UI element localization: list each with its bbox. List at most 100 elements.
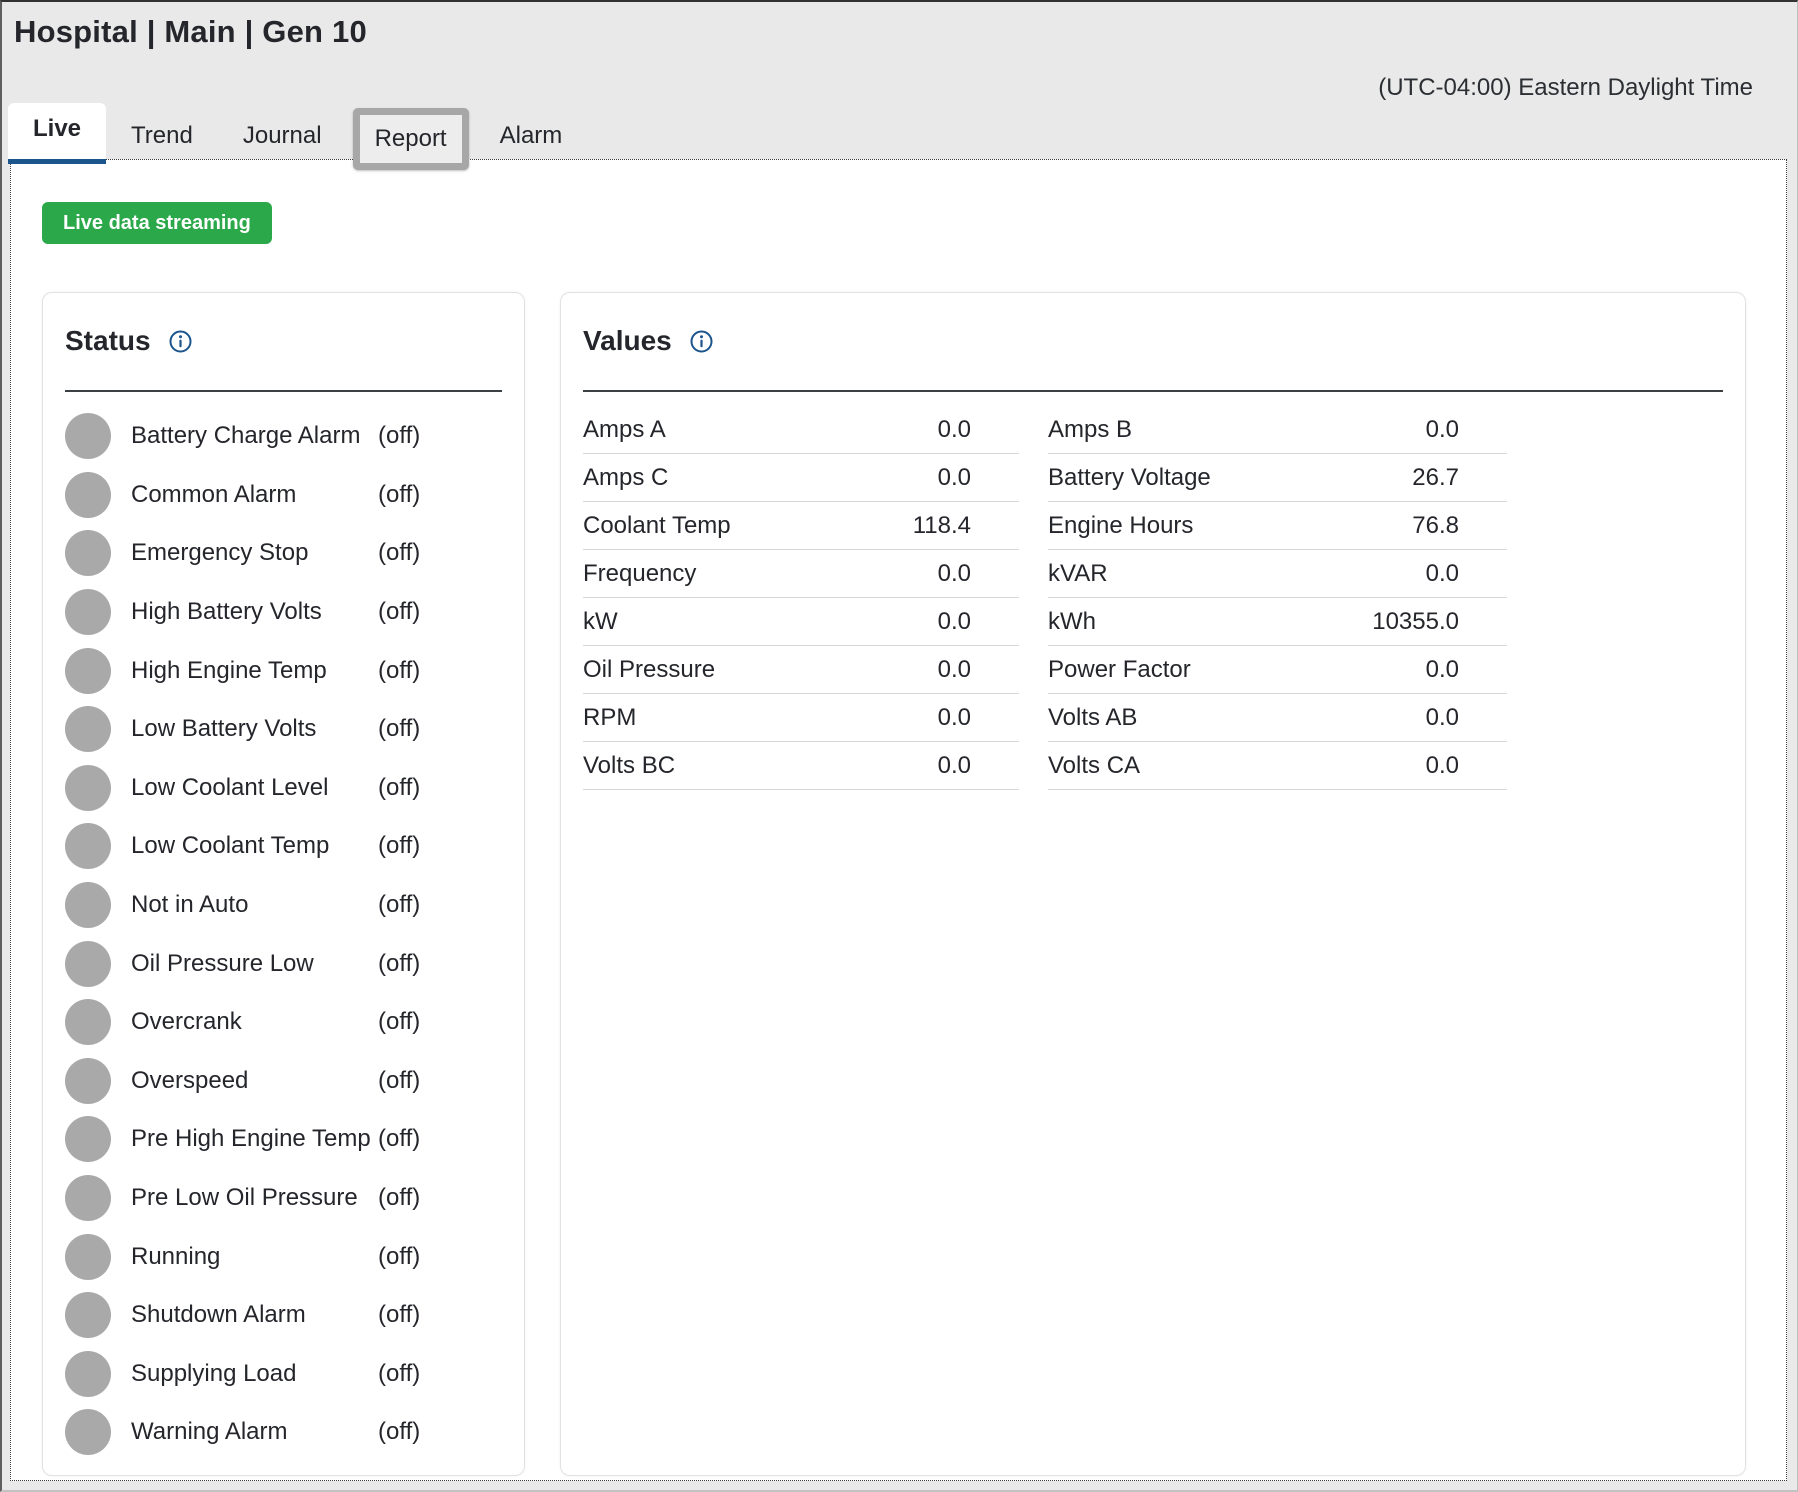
- value-label: kVAR: [1048, 560, 1108, 588]
- status-item-label: High Battery Volts: [131, 598, 378, 626]
- status-indicator-icon: [65, 530, 111, 576]
- status-indicator-icon: [65, 706, 111, 752]
- status-list-item: Supplying Load (off): [65, 1345, 502, 1404]
- status-item-state: (off): [378, 1008, 420, 1036]
- status-item-label: Overcrank: [131, 1008, 378, 1036]
- value-number: 76.8: [1412, 512, 1507, 540]
- info-icon[interactable]: [169, 330, 192, 353]
- status-item-state: (off): [378, 1360, 420, 1388]
- status-indicator-icon: [65, 1058, 111, 1104]
- status-item-state: (off): [378, 598, 420, 626]
- tab-trend[interactable]: Trend: [106, 108, 218, 164]
- value-number: 0.0: [938, 464, 1019, 492]
- value-row: Battery Voltage 26.7: [1048, 454, 1507, 502]
- value-label: Amps B: [1048, 416, 1132, 444]
- status-item-label: Low Coolant Level: [131, 774, 378, 802]
- status-indicator-icon: [65, 1351, 111, 1397]
- status-list-item: Low Coolant Level (off): [65, 759, 502, 818]
- tab-bar: LiveTrendJournal Report Alarm: [8, 103, 587, 164]
- value-row: Amps B 0.0: [1048, 406, 1507, 454]
- timezone-label: (UTC-04:00) Eastern Daylight Time: [1378, 74, 1753, 102]
- status-item-label: Overspeed: [131, 1067, 378, 1095]
- status-list-item: Pre High Engine Temp (off): [65, 1110, 502, 1169]
- values-table: Amps A 0.0 Amps B 0.0 Amps C 0.0 Battery…: [583, 406, 1723, 790]
- value-row: Volts CA 0.0: [1048, 742, 1507, 790]
- status-list-item: High Battery Volts (off): [65, 583, 502, 642]
- value-number: 0.0: [938, 752, 1019, 780]
- value-number: 0.0: [938, 704, 1019, 732]
- value-label: Volts AB: [1048, 704, 1137, 732]
- status-list-item: Emergency Stop (off): [65, 524, 502, 583]
- tab-journal[interactable]: Journal: [218, 108, 347, 164]
- value-label: Volts BC: [583, 752, 675, 780]
- status-item-label: Common Alarm: [131, 481, 378, 509]
- status-list-item: Common Alarm (off): [65, 466, 502, 525]
- status-item-label: High Engine Temp: [131, 657, 378, 685]
- status-item-state: (off): [378, 950, 420, 978]
- value-row: Amps C 0.0: [583, 454, 1019, 502]
- status-indicator-icon: [65, 1175, 111, 1221]
- value-label: Amps C: [583, 464, 668, 492]
- value-row: Oil Pressure 0.0: [583, 646, 1019, 694]
- info-icon[interactable]: [690, 330, 713, 353]
- page-title: Hospital | Main | Gen 10: [2, 2, 1797, 50]
- value-row: kW 0.0: [583, 598, 1019, 646]
- status-indicator-icon: [65, 765, 111, 811]
- value-row: Power Factor 0.0: [1048, 646, 1507, 694]
- value-number: 26.7: [1412, 464, 1507, 492]
- value-number: 0.0: [1426, 656, 1507, 684]
- status-item-state: (off): [378, 774, 420, 802]
- values-card: Values Amps A 0.0 Amps B 0.0 Amps C 0.0: [560, 292, 1746, 1476]
- status-item-state: (off): [378, 1418, 420, 1446]
- tab-live[interactable]: Live: [8, 103, 106, 164]
- status-list-item: High Engine Temp (off): [65, 641, 502, 700]
- value-row: RPM 0.0: [583, 694, 1019, 742]
- value-row: Volts BC 0.0: [583, 742, 1019, 790]
- values-card-header: Values: [583, 293, 1723, 357]
- status-indicator-icon: [65, 941, 111, 987]
- status-item-label: Not in Auto: [131, 891, 378, 919]
- status-item-state: (off): [378, 481, 420, 509]
- status-item-label: Running: [131, 1243, 378, 1271]
- status-item-state: (off): [378, 1243, 420, 1271]
- status-item-label: Oil Pressure Low: [131, 950, 378, 978]
- status-item-label: Emergency Stop: [131, 539, 378, 567]
- status-item-state: (off): [378, 715, 420, 743]
- status-indicator-icon: [65, 1116, 111, 1162]
- status-indicator-icon: [65, 999, 111, 1045]
- status-list-item: Oil Pressure Low (off): [65, 934, 502, 993]
- status-list-item: Overcrank (off): [65, 993, 502, 1052]
- value-number: 0.0: [1426, 704, 1507, 732]
- value-row: Coolant Temp 118.4: [583, 502, 1019, 550]
- status-indicator-icon: [65, 589, 111, 635]
- value-number: 0.0: [1426, 416, 1507, 444]
- status-indicator-icon: [65, 413, 111, 459]
- value-number: 0.0: [1426, 752, 1507, 780]
- app-window: Hospital | Main | Gen 10 (UTC-04:00) Eas…: [0, 0, 1798, 1492]
- tab-report[interactable]: Report: [360, 115, 462, 163]
- value-number: 10355.0: [1372, 608, 1507, 636]
- status-indicator-icon: [65, 648, 111, 694]
- tab-alarm[interactable]: Alarm: [475, 108, 588, 164]
- status-item-state: (off): [378, 539, 420, 567]
- status-indicator-icon: [65, 1292, 111, 1338]
- value-label: RPM: [583, 704, 636, 732]
- status-list-item: Running (off): [65, 1227, 502, 1286]
- value-number: 0.0: [938, 560, 1019, 588]
- status-indicator-icon: [65, 472, 111, 518]
- value-row: Volts AB 0.0: [1048, 694, 1507, 742]
- status-list-item: Pre Low Oil Pressure (off): [65, 1169, 502, 1228]
- status-item-state: (off): [378, 1301, 420, 1329]
- status-item-state: (off): [378, 657, 420, 685]
- value-label: Battery Voltage: [1048, 464, 1211, 492]
- value-row: Amps A 0.0: [583, 406, 1019, 454]
- value-number: 0.0: [938, 416, 1019, 444]
- value-label: Volts CA: [1048, 752, 1140, 780]
- status-list-item: Warning Alarm (off): [65, 1403, 502, 1462]
- value-label: Frequency: [583, 560, 696, 588]
- status-list: Battery Charge Alarm (off) Common Alarm …: [65, 392, 502, 1462]
- status-list-item: Not in Auto (off): [65, 876, 502, 935]
- status-item-label: Pre Low Oil Pressure: [131, 1184, 378, 1212]
- value-row: Frequency 0.0: [583, 550, 1019, 598]
- value-number: 118.4: [913, 512, 1019, 540]
